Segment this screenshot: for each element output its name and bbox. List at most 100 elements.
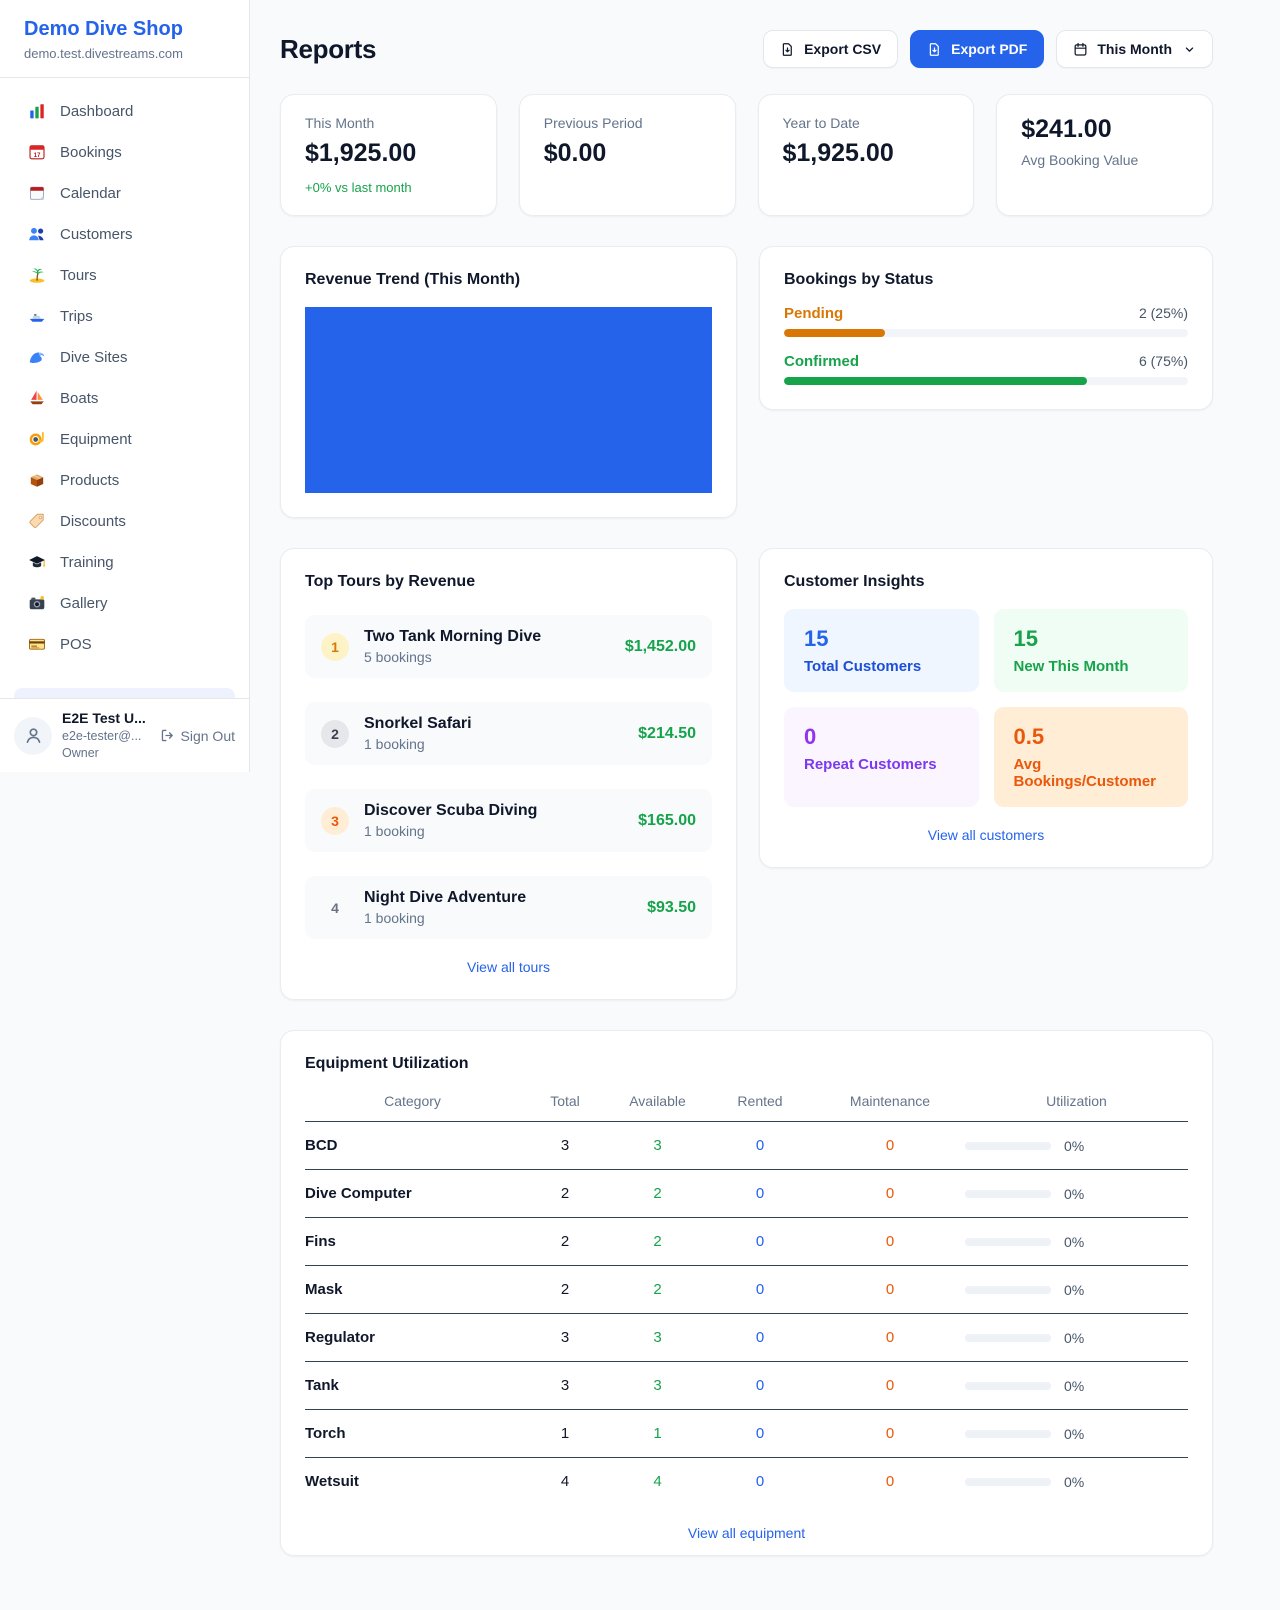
utilization-bar-track [965,1238,1051,1246]
status-label: Pending [784,305,843,322]
stat-value: $1,925.00 [783,139,950,168]
sign-out-button[interactable]: Sign Out [160,728,235,744]
sidebar-item-dive-sites[interactable]: Dive Sites [14,338,235,376]
svg-text:17: 17 [34,152,41,159]
insight-cell: 15 Total Customers [784,609,979,692]
view-all-customers-link[interactable]: View all customers [784,827,1188,843]
sidebar-item-discounts[interactable]: Discounts [14,502,235,540]
revenue-trend-title: Revenue Trend (This Month) [305,271,712,289]
export-csv-button[interactable]: Export CSV [763,30,898,68]
boats-icon [28,389,46,407]
insight-cell: 0.5 Avg Bookings/Customer [994,707,1189,807]
sidebar-item-label: POS [60,636,92,653]
tour-name: Snorkel Safari [364,715,472,733]
equipment-total: 2 [520,1233,610,1250]
equipment-row: Torch 1 1 0 0 0% [305,1410,1188,1458]
equipment-total: 3 [520,1137,610,1154]
products-icon [28,471,46,489]
equipment-available: 2 [610,1281,705,1298]
equipment-column-header: Rented [705,1093,815,1109]
equipment-total: 2 [520,1281,610,1298]
rank-badge: 4 [321,894,349,922]
sidebar-item-tours[interactable]: Tours [14,256,235,294]
equipment-row: BCD 3 3 0 0 0% [305,1122,1188,1170]
top-tours-title: Top Tours by Revenue [305,573,712,591]
equipment-category: Fins [305,1233,520,1250]
equipment-rented: 0 [705,1329,815,1346]
tour-amount: $165.00 [638,812,696,830]
bookings-by-status-title: Bookings by Status [784,271,1188,289]
sidebar-item-calendar[interactable]: Calendar [14,174,235,212]
status-count: 6 (75%) [1139,353,1188,369]
sidebar-nav: Dashboard 17 Bookings Calendar Customers… [0,78,249,686]
sidebar-item-customers[interactable]: Customers [14,215,235,253]
tour-text: Two Tank Morning Dive 5 bookings [364,628,541,665]
equipment-category: BCD [305,1137,520,1154]
dive-sites-icon [28,348,46,366]
calendar-outline-icon [1073,42,1088,57]
view-all-tours-link[interactable]: View all tours [305,959,712,975]
insight-label: Total Customers [804,658,959,675]
status-row-head: Pending 2 (25%) [784,305,1188,322]
tour-amount: $214.50 [638,725,696,743]
calendar-icon [28,184,46,202]
equipment-maintenance: 0 [815,1185,965,1202]
equipment-column-header: Category [305,1093,520,1109]
period-dropdown[interactable]: This Month [1056,30,1213,68]
sidebar-item-label: Tours [60,267,97,284]
utilization-bar-track [965,1382,1051,1390]
tour-name: Night Dive Adventure [364,889,526,907]
insight-cell: 15 New This Month [994,609,1189,692]
status-bar-track [784,329,1188,337]
sidebar-item-equipment[interactable]: Equipment [14,420,235,458]
sidebar-item-gallery[interactable]: Gallery [14,584,235,622]
sidebar: Demo Dive Shop demo.test.divestreams.com… [0,0,250,772]
equipment-available: 2 [610,1185,705,1202]
stat-card: Year to Date $1,925.00 [758,94,975,216]
bookings-icon: 17 [28,143,46,161]
sidebar-item-bookings[interactable]: 17 Bookings [14,133,235,171]
tours-icon [28,266,46,284]
equipment-total: 2 [520,1185,610,1202]
equipment-utilization: 0% [965,1426,1188,1442]
insight-cell: 0 Repeat Customers [784,707,979,807]
status-rows: Pending 2 (25%) Confirmed 6 (75%) [784,305,1188,385]
tour-list-item: 3 Discover Scuba Diving 1 booking $165.0… [305,789,712,852]
equipment-maintenance: 0 [815,1473,965,1490]
export-pdf-button[interactable]: Export PDF [910,30,1044,68]
sidebar-item-partial-highlight[interactable] [14,688,235,698]
top-tours-card: Top Tours by Revenue 1 Two Tank Morning … [280,548,737,1000]
customer-insights-card: Customer Insights 15 Total Customers 15 … [759,548,1213,868]
stat-value: $241.00 [1021,115,1188,144]
sidebar-item-label: Gallery [60,595,108,612]
sidebar-item-trips[interactable]: Trips [14,297,235,335]
equipment-category: Dive Computer [305,1185,520,1202]
stat-label: Year to Date [783,115,950,131]
equipment-utilization: 0% [965,1330,1188,1346]
sidebar-item-training[interactable]: Training [14,543,235,581]
sidebar-item-label: Products [60,472,119,489]
status-count: 2 (25%) [1139,305,1188,321]
equipment-rented: 0 [705,1473,815,1490]
equipment-table-body: BCD 3 3 0 0 0% Dive Computer 2 2 0 0 0% … [305,1122,1188,1505]
sidebar-item-label: Bookings [60,144,122,161]
equipment-column-header: Available [610,1093,705,1109]
revenue-trend-bar [305,307,712,493]
equipment-maintenance: 0 [815,1137,965,1154]
equipment-maintenance: 0 [815,1425,965,1442]
user-name: E2E Test U... [62,709,146,728]
sidebar-item-products[interactable]: Products [14,461,235,499]
equipment-maintenance: 0 [815,1233,965,1250]
equipment-row: Fins 2 2 0 0 0% [305,1218,1188,1266]
utilization-percent: 0% [1064,1330,1084,1346]
sidebar-item-label: Dashboard [60,103,133,120]
sidebar-item-dashboard[interactable]: Dashboard [14,92,235,130]
customers-icon [28,225,46,243]
tour-bookings: 5 bookings [364,649,541,665]
sidebar-item-pos[interactable]: POS [14,625,235,663]
view-all-equipment-link[interactable]: View all equipment [305,1525,1188,1541]
sidebar-item-boats[interactable]: Boats [14,379,235,417]
file-download-icon [780,42,795,57]
equipment-rented: 0 [705,1377,815,1394]
user-role: Owner [62,745,146,762]
